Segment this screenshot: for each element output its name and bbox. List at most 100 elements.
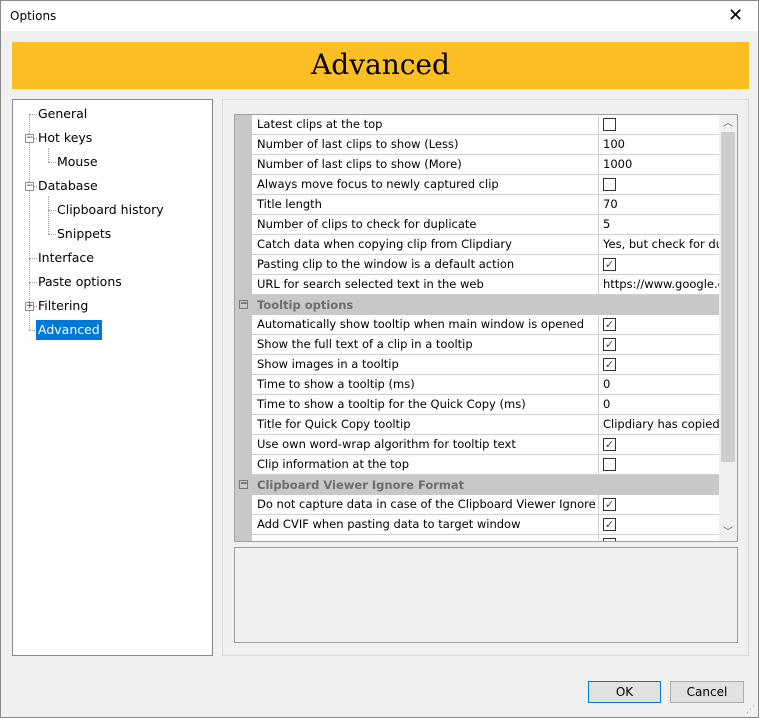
close-icon[interactable]: ✕ — [713, 1, 758, 31]
property-label: Catch data when copying clip from Clipdi… — [257, 237, 512, 251]
property-label: Pasting clip to the window is a default … — [257, 257, 515, 271]
property-row[interactable]: Time to show a tooltip for the Quick Cop… — [252, 395, 719, 415]
scroll-up-icon[interactable]: ︿ — [719, 115, 737, 132]
property-value[interactable]: ✓ — [598, 255, 719, 274]
property-label: Latest clips at the top — [257, 117, 383, 131]
property-value[interactable]: ✓ — [598, 315, 719, 334]
tree-item-hot-keys[interactable]: Hot keys — [36, 128, 94, 148]
property-label: Number of last clips to show (More) — [257, 157, 462, 171]
collapse-icon[interactable]: − — [25, 134, 34, 143]
scroll-thumb[interactable] — [721, 132, 735, 462]
category-row[interactable]: − Tooltip options — [235, 295, 719, 315]
resize-grip-icon[interactable]: ⋰ — [746, 705, 756, 715]
checkbox-checked[interactable]: ✓ — [603, 318, 616, 331]
property-row[interactable]: Do not capture data in case of the Clipb… — [252, 495, 719, 515]
collapse-icon[interactable]: − — [239, 300, 248, 309]
tree-item-general[interactable]: General — [36, 104, 89, 124]
property-value[interactable]: ✓ — [598, 335, 719, 354]
category-label: Tooltip options — [257, 298, 354, 312]
category-label: Clipboard Viewer Ignore Format — [257, 478, 465, 492]
property-label: Title length — [257, 197, 322, 211]
property-value[interactable]: ✓ — [598, 515, 719, 534]
property-row[interactable]: Pasting clip to the window is a default … — [252, 255, 719, 275]
property-value[interactable]: https://www.google.com — [598, 275, 719, 294]
property-row[interactable]: Time to show a tooltip (ms) 0 — [252, 375, 719, 395]
property-value[interactable]: ✓ — [598, 355, 719, 374]
property-row[interactable]: Show the full text of a clip in a toolti… — [252, 335, 719, 355]
property-row[interactable] — [252, 535, 719, 541]
property-label: Title for Quick Copy tooltip — [257, 417, 411, 431]
property-row[interactable]: Title for Quick Copy tooltip Clipdiary h… — [252, 415, 719, 435]
property-value[interactable]: 0 — [598, 395, 719, 414]
property-row[interactable]: Add CVIF when pasting data to target win… — [252, 515, 719, 535]
property-row[interactable]: URL for search selected text in the web h… — [252, 275, 719, 295]
checkbox-unchecked[interactable] — [603, 118, 616, 131]
property-label: Do not capture data in case of the Clipb… — [257, 497, 597, 511]
property-row[interactable]: Number of last clips to show (More) 1000 — [252, 155, 719, 175]
property-label: Add CVIF when pasting data to target win… — [257, 517, 521, 531]
page-banner: Advanced — [12, 42, 749, 89]
tree-item-clipboard-history[interactable]: Clipboard history — [55, 200, 166, 220]
grid-scrollbar[interactable]: ︿ ﹀ — [719, 115, 737, 541]
property-row[interactable]: Catch data when copying clip from Clipdi… — [252, 235, 719, 255]
property-row[interactable]: Number of clips to check for duplicate 5 — [252, 215, 719, 235]
property-row[interactable]: Clip information at the top — [252, 455, 719, 475]
collapse-icon[interactable]: − — [25, 182, 34, 191]
checkbox-checked[interactable]: ✓ — [603, 498, 616, 511]
tree-item-interface[interactable]: Interface — [36, 248, 96, 268]
property-value[interactable] — [598, 535, 719, 541]
property-row[interactable]: Latest clips at the top — [252, 115, 719, 135]
property-value[interactable]: ✓ — [598, 435, 719, 454]
expand-icon[interactable]: + — [25, 302, 34, 311]
property-label: Show images in a tooltip — [257, 357, 399, 371]
property-value[interactable]: 0 — [598, 375, 719, 394]
property-value[interactable]: Clipdiary has copied — [598, 415, 719, 434]
property-value[interactable]: ✓ — [598, 495, 719, 514]
tree-item-advanced[interactable]: Advanced — [36, 320, 102, 340]
checkbox-unchecked[interactable] — [603, 458, 616, 471]
property-label: Number of last clips to show (Less) — [257, 137, 459, 151]
property-value[interactable]: 1000 — [598, 155, 719, 174]
property-row[interactable]: Show images in a tooltip ✓ — [252, 355, 719, 375]
options-window: Options ✕ Advanced General − Hot keys Mouse… — [0, 0, 759, 718]
checkbox-checked[interactable]: ✓ — [603, 518, 616, 531]
checkbox-unchecked[interactable] — [603, 178, 616, 191]
checkbox-unchecked[interactable] — [603, 538, 616, 541]
property-value[interactable]: 100 — [598, 135, 719, 154]
property-value[interactable] — [598, 175, 719, 194]
tree-item-database[interactable]: Database — [36, 176, 100, 196]
cancel-button[interactable]: Cancel — [670, 681, 744, 703]
category-tree[interactable]: General − Hot keys Mouse − Database Clipboard … — [12, 99, 213, 656]
property-label: Always move focus to newly captured clip — [257, 177, 499, 191]
category-row[interactable]: − Clipboard Viewer Ignore Format — [235, 475, 719, 495]
checkbox-checked[interactable]: ✓ — [603, 438, 616, 451]
property-row[interactable]: Title length 70 — [252, 195, 719, 215]
tree-item-paste-options[interactable]: Paste options — [36, 272, 124, 292]
property-row[interactable]: Automatically show tooltip when main win… — [252, 315, 719, 335]
property-value[interactable] — [598, 455, 719, 474]
title-bar: Options ✕ — [1, 1, 758, 31]
collapse-icon[interactable]: − — [239, 480, 248, 489]
property-label: Time to show a tooltip (ms) — [257, 377, 415, 391]
property-row[interactable]: Use own word-wrap algorithm for tooltip … — [252, 435, 719, 455]
property-row[interactable]: Number of last clips to show (Less) 100 — [252, 135, 719, 155]
property-label: Show the full text of a clip in a toolti… — [257, 337, 473, 351]
property-value[interactable]: Yes, but check for duplicates — [598, 235, 719, 254]
tree-item-filtering[interactable]: Filtering — [36, 296, 90, 316]
property-value[interactable]: 70 — [598, 195, 719, 214]
tree-item-snippets[interactable]: Snippets — [55, 224, 113, 244]
checkbox-checked[interactable]: ✓ — [603, 358, 616, 371]
property-value[interactable]: 5 — [598, 215, 719, 234]
property-value[interactable] — [598, 115, 719, 134]
property-label: Clip information at the top — [257, 457, 409, 471]
property-label: URL for search selected text in the web — [257, 277, 484, 291]
ok-button[interactable]: OK — [588, 681, 661, 703]
window-title: Options — [10, 9, 57, 23]
property-row[interactable]: Always move focus to newly captured clip — [252, 175, 719, 195]
property-label: Time to show a tooltip for the Quick Cop… — [257, 397, 526, 411]
checkbox-checked[interactable]: ✓ — [603, 258, 616, 271]
property-grid: Latest clips at the top Number of last cl… — [234, 114, 738, 542]
tree-item-mouse[interactable]: Mouse — [55, 152, 100, 172]
checkbox-checked[interactable]: ✓ — [603, 338, 616, 351]
scroll-down-icon[interactable]: ﹀ — [719, 524, 737, 541]
